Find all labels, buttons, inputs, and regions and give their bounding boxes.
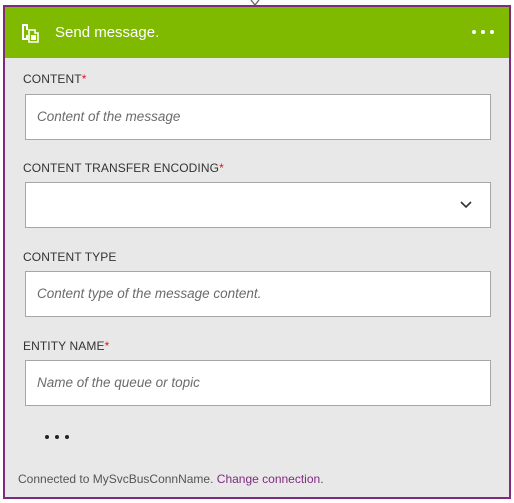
action-header[interactable]: Send message. xyxy=(5,7,509,58)
action-title: Send message. xyxy=(55,24,160,41)
more-parameters-button[interactable] xyxy=(43,427,75,441)
required-marker: * xyxy=(104,339,110,353)
content-label: CONTENT* xyxy=(23,71,86,87)
more-options-icon[interactable] xyxy=(469,21,497,43)
content-transfer-encoding-label-text: CONTENT TRANSFER ENCODING xyxy=(23,161,220,175)
content-type-input[interactable]: Content type of the message content. xyxy=(25,271,491,317)
content-transfer-encoding-select[interactable] xyxy=(25,182,491,228)
required-marker: * xyxy=(219,161,224,175)
connection-status: Connected to MySvcBusConnName. xyxy=(18,472,214,486)
content-transfer-encoding-label: CONTENT TRANSFER ENCODING* xyxy=(23,160,224,176)
content-type-label-text: CONTENT TYPE xyxy=(23,250,117,264)
entity-name-label: ENTITY NAME* xyxy=(23,338,109,354)
content-input[interactable]: Content of the message xyxy=(25,94,491,140)
entity-name-input[interactable]: Name of the queue or topic xyxy=(25,360,491,406)
content-label-text: CONTENT xyxy=(23,72,82,86)
change-connection-link[interactable]: Change connection. xyxy=(217,472,324,486)
content-type-label: CONTENT TYPE xyxy=(23,249,116,265)
content-type-placeholder: Content type of the message content. xyxy=(37,286,262,301)
action-card: Send message. CONTENT* Content of the me… xyxy=(3,5,511,499)
entity-name-placeholder: Name of the queue or topic xyxy=(37,375,200,390)
service-bus-icon xyxy=(22,24,39,43)
content-placeholder: Content of the message xyxy=(37,109,181,124)
entity-name-label-text: ENTITY NAME xyxy=(23,339,105,353)
connection-footer: Connected to MySvcBusConnName. Change co… xyxy=(18,471,324,487)
chevron-down-icon xyxy=(460,201,472,209)
required-marker: * xyxy=(81,72,87,86)
